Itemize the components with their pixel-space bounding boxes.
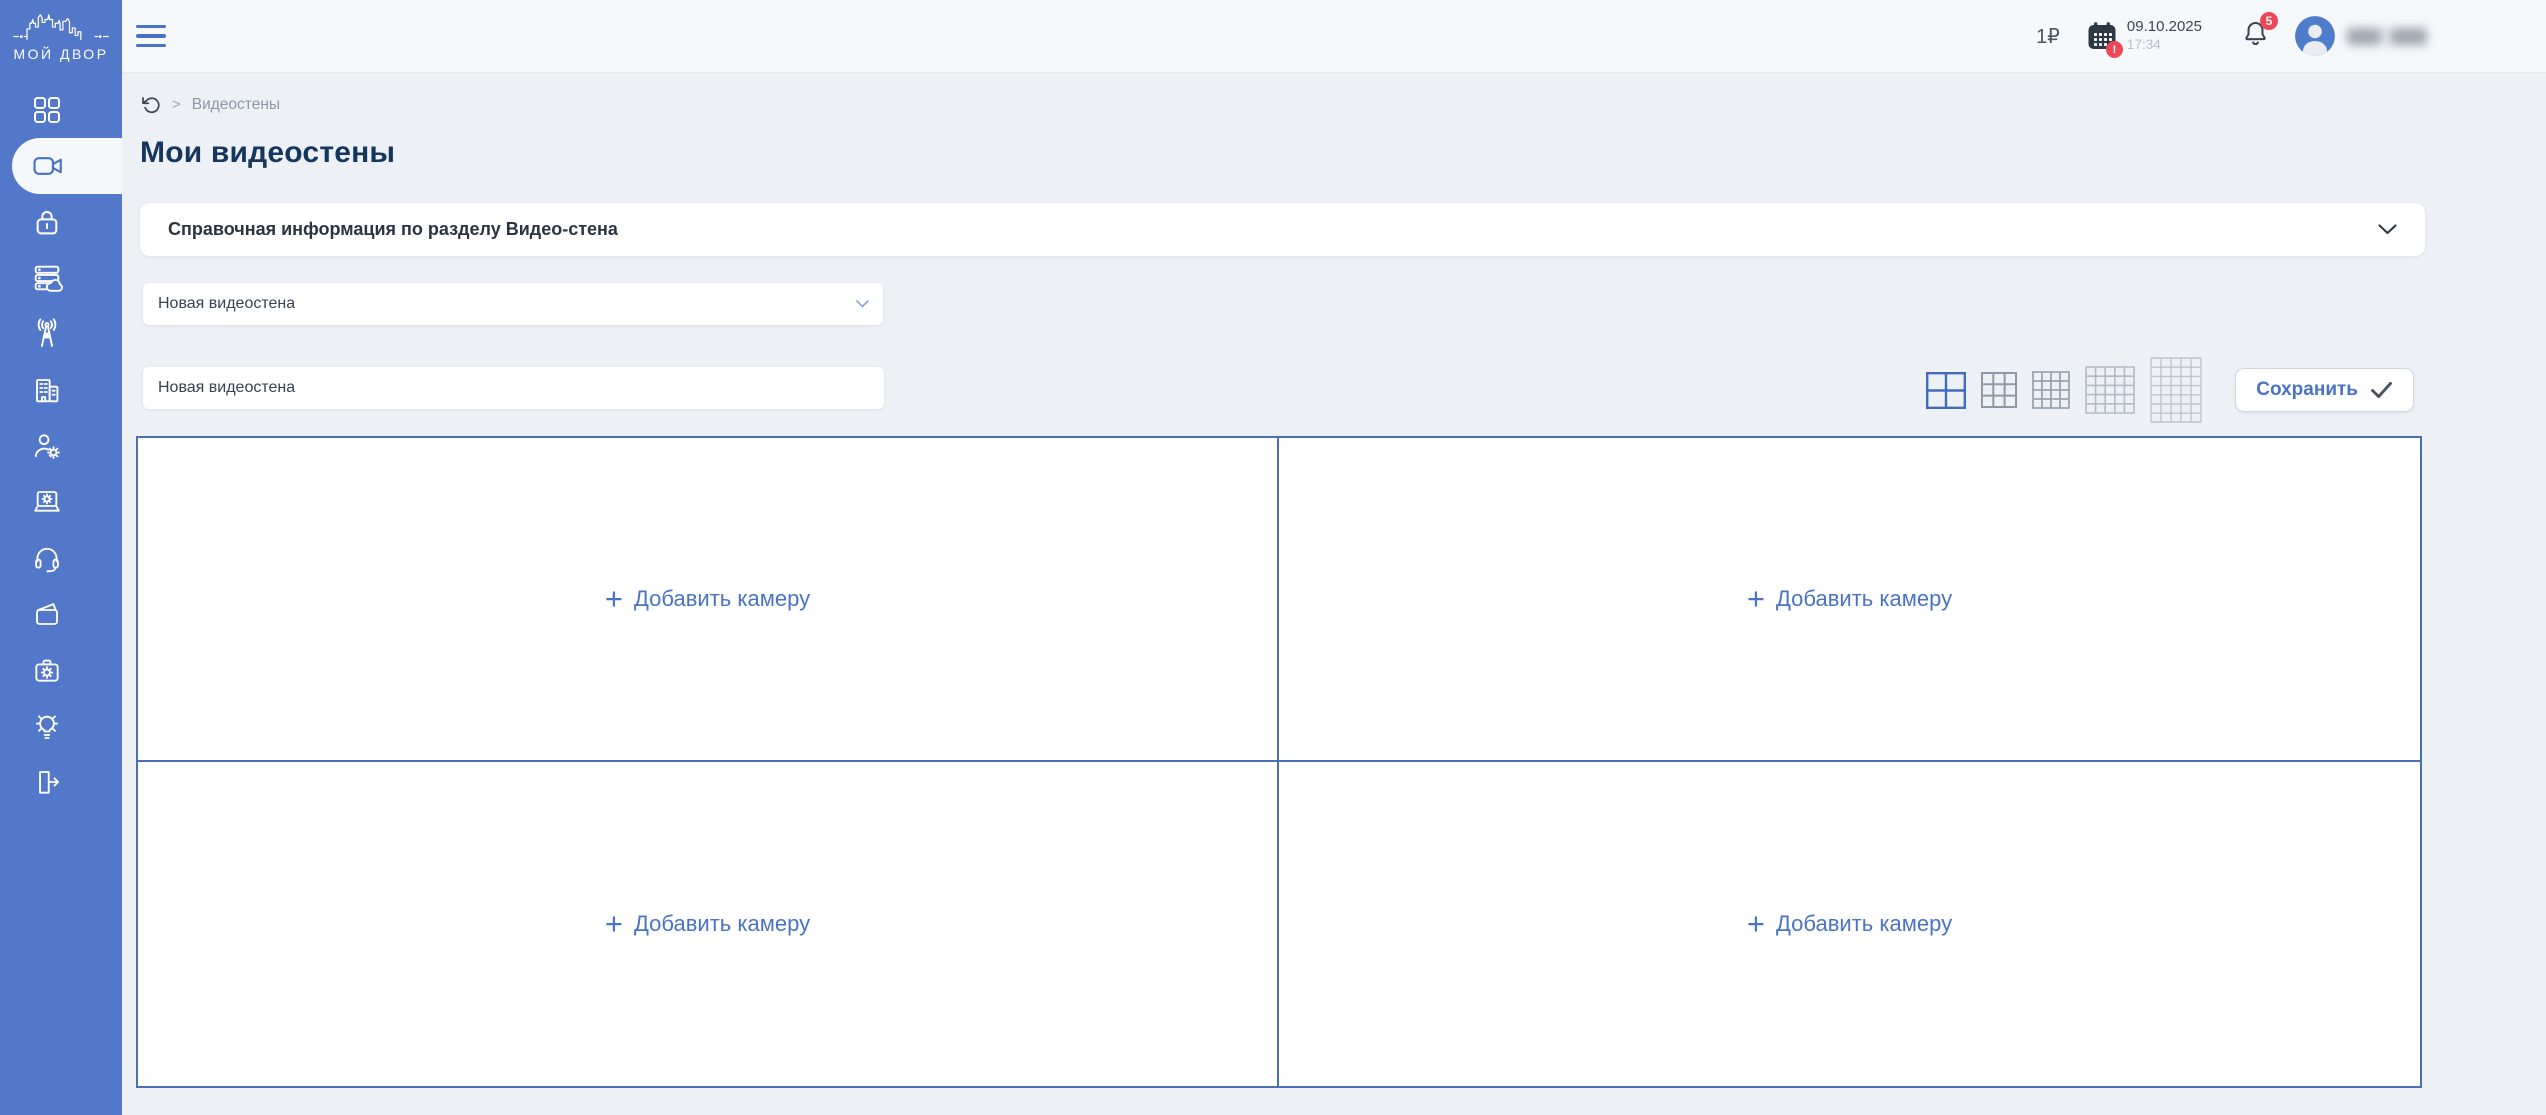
- video-wall-cell-2[interactable]: + Добавить камеру: [1279, 438, 2420, 762]
- sidebar-item-dashboard[interactable]: [0, 82, 122, 138]
- breadcrumb: > Видеостены: [140, 94, 280, 115]
- top-header: 1₽ ! 09.10.20: [122, 0, 2546, 73]
- wall-name-input[interactable]: [143, 367, 884, 409]
- app-logo[interactable]: МОЙ ДВОР: [0, 0, 122, 72]
- headset-icon: [31, 542, 63, 574]
- sidebar-item-support[interactable]: [0, 530, 122, 586]
- sidebar-item-ideas[interactable]: [0, 698, 122, 754]
- breadcrumb-separator: >: [172, 96, 181, 113]
- calendar-alert-badge: !: [2106, 41, 2123, 58]
- sidebar-item-users[interactable]: [0, 418, 122, 474]
- grid-layout-3x3-button[interactable]: [1981, 372, 2017, 408]
- sidebar-item-wallet[interactable]: [0, 586, 122, 642]
- username-redacted[interactable]: [2347, 28, 2427, 45]
- add-camera-label: Добавить камеру: [634, 586, 810, 612]
- lightbulb-icon: [31, 710, 63, 742]
- plus-icon: +: [1747, 583, 1765, 614]
- page-title: Мои видеостены: [140, 136, 395, 170]
- back-icon[interactable]: [140, 94, 161, 115]
- video-wall-select[interactable]: Новая видеостена: [143, 283, 883, 325]
- laptop-settings-icon: [31, 486, 63, 518]
- app-window: МОЙ ДВОР: [0, 0, 2546, 1115]
- sidebar-item-video-walls[interactable]: [12, 138, 122, 194]
- info-accordion-label: Справочная информация по разделу Видео-с…: [168, 219, 618, 240]
- sidebar-item-servers[interactable]: [0, 250, 122, 306]
- plus-icon: +: [605, 583, 623, 614]
- datetime-text: 09.10.2025 17:34: [2127, 18, 2202, 54]
- video-wall-cell-3[interactable]: + Добавить камеру: [138, 762, 1279, 1086]
- notifications-button[interactable]: 5: [2242, 19, 2269, 54]
- main-content: > Видеостены Мои видеостены Справочная и…: [122, 72, 2546, 1115]
- sidebar-item-workstation[interactable]: [0, 474, 122, 530]
- video-wall-cell-4[interactable]: + Добавить камеру: [1279, 762, 2420, 1086]
- add-camera-label: Добавить камеру: [1776, 586, 1952, 612]
- logout-icon: [31, 766, 63, 798]
- camera-settings-icon: [31, 654, 63, 686]
- server-cloud-icon: [31, 262, 63, 294]
- chevron-down-icon: [856, 300, 869, 308]
- check-icon: [2370, 381, 2393, 399]
- grid-layout-4x4-button[interactable]: [2032, 371, 2070, 409]
- logo-text: МОЙ ДВОР: [13, 46, 108, 62]
- sidebar-item-security[interactable]: [0, 194, 122, 250]
- current-time: 17:34: [2127, 37, 2202, 54]
- skyline-logo-icon: [11, 11, 111, 45]
- sidebar-item-network[interactable]: [0, 306, 122, 362]
- sidebar-item-equipment[interactable]: [0, 642, 122, 698]
- grid-layout-6x6-button[interactable]: [2150, 357, 2202, 423]
- video-wall-cell-1[interactable]: + Добавить камеру: [138, 438, 1279, 762]
- current-date: 09.10.2025: [2127, 18, 2202, 37]
- layout-toolbar: Сохранить: [1926, 355, 2414, 425]
- sidebar: МОЙ ДВОР: [0, 0, 122, 1115]
- grid-layout-2x2-button[interactable]: [1926, 372, 1966, 409]
- sidebar-item-buildings[interactable]: [0, 362, 122, 418]
- add-camera-label: Добавить камеру: [1776, 911, 1952, 937]
- wallet-icon: [31, 598, 63, 630]
- dashboard-icon: [31, 94, 63, 126]
- chevron-down-icon: [2378, 224, 2397, 235]
- date-widget[interactable]: ! 09.10.2025 17:34: [2086, 18, 2202, 54]
- save-button[interactable]: Сохранить: [2235, 368, 2414, 412]
- notification-count-badge: 5: [2260, 12, 2278, 30]
- user-avatar[interactable]: [2295, 16, 2335, 56]
- plus-icon: +: [1747, 908, 1765, 939]
- plus-icon: +: [605, 908, 623, 939]
- video-wall-select-value: Новая видеостена: [158, 295, 295, 313]
- sidebar-nav: [0, 82, 122, 810]
- video-wall-grid: + Добавить камеру + Добавить камеру + До…: [136, 436, 2422, 1088]
- info-accordion[interactable]: Справочная информация по разделу Видео-с…: [140, 203, 2425, 256]
- breadcrumb-current[interactable]: Видеостены: [192, 96, 280, 114]
- add-camera-label: Добавить камеру: [634, 911, 810, 937]
- lock-icon: [31, 206, 63, 238]
- grid-layout-5x5-button[interactable]: [2085, 366, 2135, 414]
- buildings-icon: [31, 374, 63, 406]
- antenna-icon: [31, 318, 63, 350]
- user-settings-icon: [31, 430, 63, 462]
- sidebar-item-logout[interactable]: [0, 754, 122, 810]
- hamburger-menu-button[interactable]: [136, 25, 166, 47]
- video-camera-icon: [31, 149, 65, 183]
- balance-indicator[interactable]: 1₽: [2036, 24, 2060, 49]
- header-right-cluster: 1₽ ! 09.10.20: [2036, 0, 2427, 72]
- calendar-icon: !: [2086, 20, 2118, 52]
- save-button-label: Сохранить: [2256, 379, 2358, 401]
